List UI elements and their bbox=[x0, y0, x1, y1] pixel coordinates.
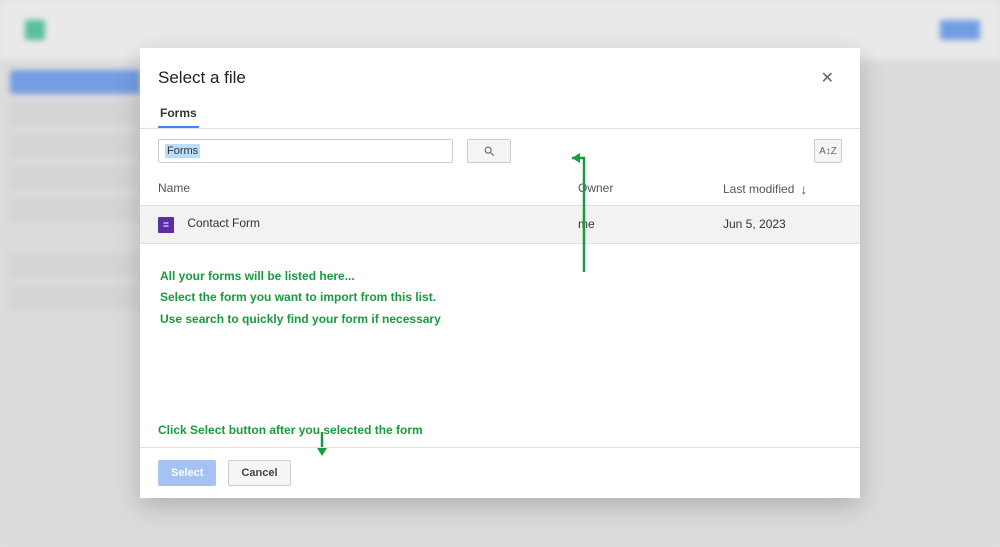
search-input[interactable]: Forms bbox=[158, 139, 453, 163]
tab-forms[interactable]: Forms bbox=[158, 100, 199, 128]
tabs-bar: Forms bbox=[140, 100, 860, 128]
dialog-footer: Select Cancel bbox=[140, 447, 860, 498]
table-header: Name Owner Last modified ↓ bbox=[140, 173, 860, 206]
column-header-owner[interactable]: Owner bbox=[578, 181, 723, 197]
dialog-header: Select a file ✕ bbox=[140, 48, 860, 100]
arrow-down-icon: ↓ bbox=[800, 181, 807, 197]
table-row[interactable]: ≣ Contact Form me Jun 5, 2023 bbox=[140, 206, 860, 244]
column-header-name[interactable]: Name bbox=[158, 181, 578, 197]
annotation-block: All your forms will be listed here... Se… bbox=[140, 244, 860, 341]
file-name: Contact Form bbox=[187, 216, 260, 230]
sort-icon: A↕Z bbox=[819, 146, 837, 157]
cell-owner: me bbox=[578, 217, 723, 231]
annotation-bottom: Click Select button after you selected t… bbox=[158, 420, 423, 442]
file-picker-dialog: Select a file ✕ Forms Forms A↕Z Name Own… bbox=[140, 48, 860, 498]
forms-icon: ≣ bbox=[158, 217, 174, 233]
close-button[interactable]: ✕ bbox=[813, 64, 842, 92]
annotation-line-1: All your forms will be listed here... bbox=[160, 266, 840, 288]
search-input-value: Forms bbox=[165, 144, 200, 158]
column-header-modified-label: Last modified bbox=[723, 182, 794, 196]
sort-button[interactable]: A↕Z bbox=[814, 139, 842, 163]
cancel-button[interactable]: Cancel bbox=[228, 460, 290, 486]
select-button[interactable]: Select bbox=[158, 460, 216, 486]
cell-modified: Jun 5, 2023 bbox=[723, 217, 842, 231]
search-button[interactable] bbox=[467, 139, 511, 163]
annotation-line-3: Use search to quickly find your form if … bbox=[160, 309, 840, 331]
annotation-line-2: Select the form you want to import from … bbox=[160, 287, 840, 309]
search-row: Forms A↕Z bbox=[140, 129, 860, 173]
dialog-title: Select a file bbox=[158, 68, 246, 88]
search-icon bbox=[483, 145, 496, 158]
annotation-bottom-wrap: Click Select button after you selected t… bbox=[158, 420, 423, 442]
column-header-modified[interactable]: Last modified ↓ bbox=[723, 181, 842, 197]
cell-name: ≣ Contact Form bbox=[158, 216, 578, 233]
